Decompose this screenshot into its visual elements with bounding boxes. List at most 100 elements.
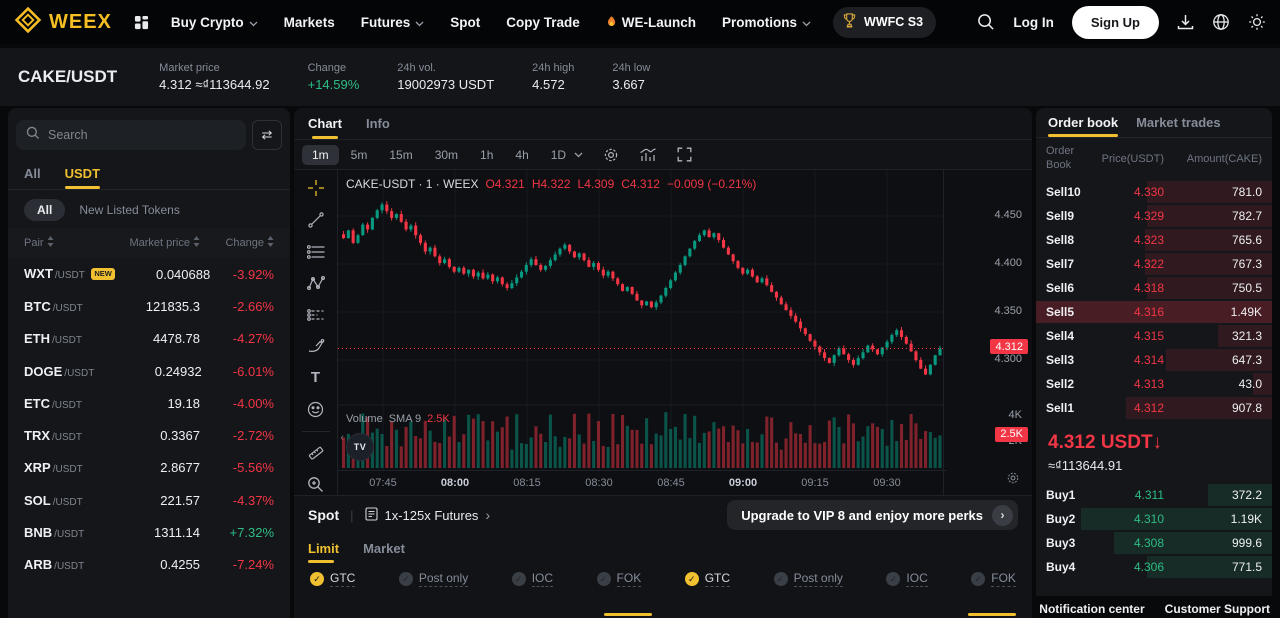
timeframe-1d[interactable]: 1D	[541, 145, 576, 165]
language-globe-icon[interactable]	[1212, 13, 1230, 31]
weex-logo[interactable]: WEEX	[14, 6, 112, 39]
pair-title[interactable]: CAKE/USDT	[18, 67, 117, 87]
sell-row-sell9[interactable]: Sell94.329782.7	[1036, 204, 1272, 228]
nav-item-promotions[interactable]: Promotions	[722, 15, 811, 30]
nav-item-buy-crypto[interactable]: Buy Crypto	[171, 15, 258, 30]
quote-tab-usdt[interactable]: USDT	[65, 166, 100, 189]
spot-label[interactable]: Spot	[308, 507, 339, 523]
buy-row-buy1[interactable]: Buy14.311372.2	[1036, 483, 1272, 507]
tab-chart[interactable]: Chart	[308, 108, 342, 139]
tab-info[interactable]: Info	[366, 108, 390, 139]
sell-row-sell7[interactable]: Sell74.322767.3	[1036, 252, 1272, 276]
customer-support-link[interactable]: Customer Support	[1165, 602, 1270, 616]
filter-new-listed[interactable]: New Listed Tokens	[79, 203, 180, 217]
timeframe-15m[interactable]: 15m	[379, 145, 422, 165]
timeframe-4h[interactable]: 4h	[505, 145, 538, 165]
notification-center-link[interactable]: Notification center	[1039, 602, 1144, 616]
tif-ioc-group1[interactable]: ✓IOC	[512, 571, 553, 587]
nav-item-futures[interactable]: Futures	[361, 15, 425, 30]
wwfc-badge[interactable]: WWFC S3	[833, 7, 936, 38]
sell-row-sell6[interactable]: Sell64.318750.5	[1036, 276, 1272, 300]
search-input[interactable]	[48, 128, 236, 142]
tif-ioc-group2[interactable]: ✓IOC	[886, 571, 927, 587]
sell-row-sell8[interactable]: Sell84.323765.6	[1036, 228, 1272, 252]
download-app-icon[interactable]	[1177, 14, 1194, 30]
nav-item-we-launch[interactable]: WE-Launch	[606, 14, 696, 31]
chart-settings-gear-icon[interactable]	[603, 147, 619, 163]
pair-row-wxt[interactable]: WXT/USDTNEW0.040688-3.92%	[8, 258, 290, 290]
fib-lines-icon[interactable]	[302, 241, 330, 262]
price-axis[interactable]: 4.4504.4004.3504.3004.3124K2K2.5K	[943, 170, 1032, 495]
indicators-icon[interactable]	[639, 147, 657, 162]
ruler-icon[interactable]	[302, 443, 330, 464]
pair-row-sol[interactable]: SOL/USDT221.57-4.37%	[8, 484, 290, 516]
timeframe-5m[interactable]: 5m	[341, 145, 378, 165]
futures-link[interactable]: 1x-125x Futures ›	[365, 507, 491, 524]
sell-row-sell1[interactable]: Sell14.312907.8	[1036, 396, 1272, 420]
pair-row-etc[interactable]: ETC/USDT19.18-4.00%	[8, 387, 290, 419]
tab-order-book[interactable]: Order book	[1048, 108, 1118, 137]
tradingview-logo[interactable]: TV	[346, 433, 374, 461]
flame-icon	[606, 14, 617, 31]
filter-pill-all[interactable]: All	[24, 199, 65, 221]
order-type-tab-market[interactable]: Market	[363, 541, 405, 556]
xabcd-pattern-icon[interactable]	[302, 273, 330, 294]
buy-row-buy4[interactable]: Buy44.306771.5	[1036, 555, 1272, 579]
sell-row-sell2[interactable]: Sell24.31343.0	[1036, 372, 1272, 396]
sell-row-sell3[interactable]: Sell34.314647.3	[1036, 348, 1272, 372]
trend-line-icon[interactable]	[302, 210, 330, 231]
pair-row-trx[interactable]: TRX/USDT0.3367-2.72%	[8, 419, 290, 451]
price-tick: 4.350	[994, 305, 1022, 317]
sell-row-sell4[interactable]: Sell44.315321.3	[1036, 324, 1272, 348]
timeframe-1h[interactable]: 1h	[470, 145, 503, 165]
tab-market-trades[interactable]: Market trades	[1136, 108, 1221, 137]
buy-row-buy3[interactable]: Buy34.308999.6	[1036, 531, 1272, 555]
brush-icon[interactable]	[302, 336, 330, 357]
vip-banner[interactable]: Upgrade to VIP 8 and enjoy more perks ›	[727, 500, 1018, 530]
crosshair-icon[interactable]	[302, 178, 330, 199]
tif-fok-group1[interactable]: ✓FOK	[597, 571, 642, 587]
scroll-indicator[interactable]	[968, 613, 1016, 616]
buy-row-buy2[interactable]: Buy24.3101.19K	[1036, 507, 1272, 531]
quote-tab-all[interactable]: All	[24, 166, 41, 189]
login-button[interactable]: Log In	[1013, 15, 1054, 30]
last-price-block[interactable]: 4.312 USDT↓ ≈₫113644.91	[1036, 420, 1272, 483]
sell-row-sell5[interactable]: Sell54.3161.49K	[1036, 300, 1272, 324]
sort-icon[interactable]	[267, 236, 274, 250]
theme-toggle-icon[interactable]	[1248, 13, 1266, 31]
tif-post-only-group1[interactable]: ✓Post only	[399, 571, 468, 587]
apps-grid-icon[interactable]	[134, 15, 149, 30]
sort-icon[interactable]	[47, 236, 54, 250]
order-type-tab-limit[interactable]: Limit	[308, 541, 339, 556]
pair-row-arb[interactable]: ARB/USDT0.4255-7.24%	[8, 549, 290, 581]
position-tool-icon[interactable]	[302, 304, 330, 325]
timeframe-1m[interactable]: 1m	[302, 145, 339, 165]
sort-icon[interactable]	[193, 236, 200, 250]
search-icon[interactable]	[977, 13, 995, 31]
nav-item-copy-trade[interactable]: Copy Trade	[506, 15, 580, 30]
fullscreen-icon[interactable]	[677, 147, 692, 162]
timeframe-dropdown-caret[interactable]	[574, 152, 583, 158]
pair-row-xrp[interactable]: XRP/USDT2.8677-5.56%	[8, 452, 290, 484]
axis-settings-gear-icon[interactable]	[1006, 471, 1020, 490]
zoom-in-icon[interactable]	[302, 474, 330, 495]
nav-item-spot[interactable]: Spot	[450, 15, 480, 30]
tif-gtc-group1[interactable]: ✓GTC	[310, 571, 355, 587]
pair-row-bnb[interactable]: BNB/USDT1311.14+7.32%	[8, 516, 290, 548]
scroll-indicator[interactable]	[604, 613, 652, 616]
tif-gtc-group2[interactable]: ✓GTC	[685, 571, 730, 587]
signup-button[interactable]: Sign Up	[1072, 6, 1159, 39]
text-tool-icon[interactable]: T	[302, 368, 330, 389]
timeframe-30m[interactable]: 30m	[425, 145, 468, 165]
sell-row-sell10[interactable]: Sell104.330781.0	[1036, 180, 1272, 204]
pair-row-btc[interactable]: BTC/USDT121835.3-2.66%	[8, 290, 290, 322]
tif-post-only-group2[interactable]: ✓Post only	[774, 571, 843, 587]
emoji-tool-icon[interactable]	[302, 399, 330, 420]
chart-canvas[interactable]: ‹ T CAKE-USDT · 1 · WEEXO4.321H4.322L4.3…	[294, 170, 1032, 495]
pair-row-doge[interactable]: DOGE/USDT0.24932-6.01%	[8, 355, 290, 387]
nav-item-markets[interactable]: Markets	[284, 15, 335, 30]
time-axis[interactable]: 07:4508:0008:1508:3008:4509:0009:1509:30	[338, 470, 947, 495]
swap-view-button[interactable]: ⇄	[252, 120, 282, 150]
tif-fok-group2[interactable]: ✓FOK	[971, 571, 1016, 587]
pair-row-eth[interactable]: ETH/USDT4478.78-4.27%	[8, 323, 290, 355]
